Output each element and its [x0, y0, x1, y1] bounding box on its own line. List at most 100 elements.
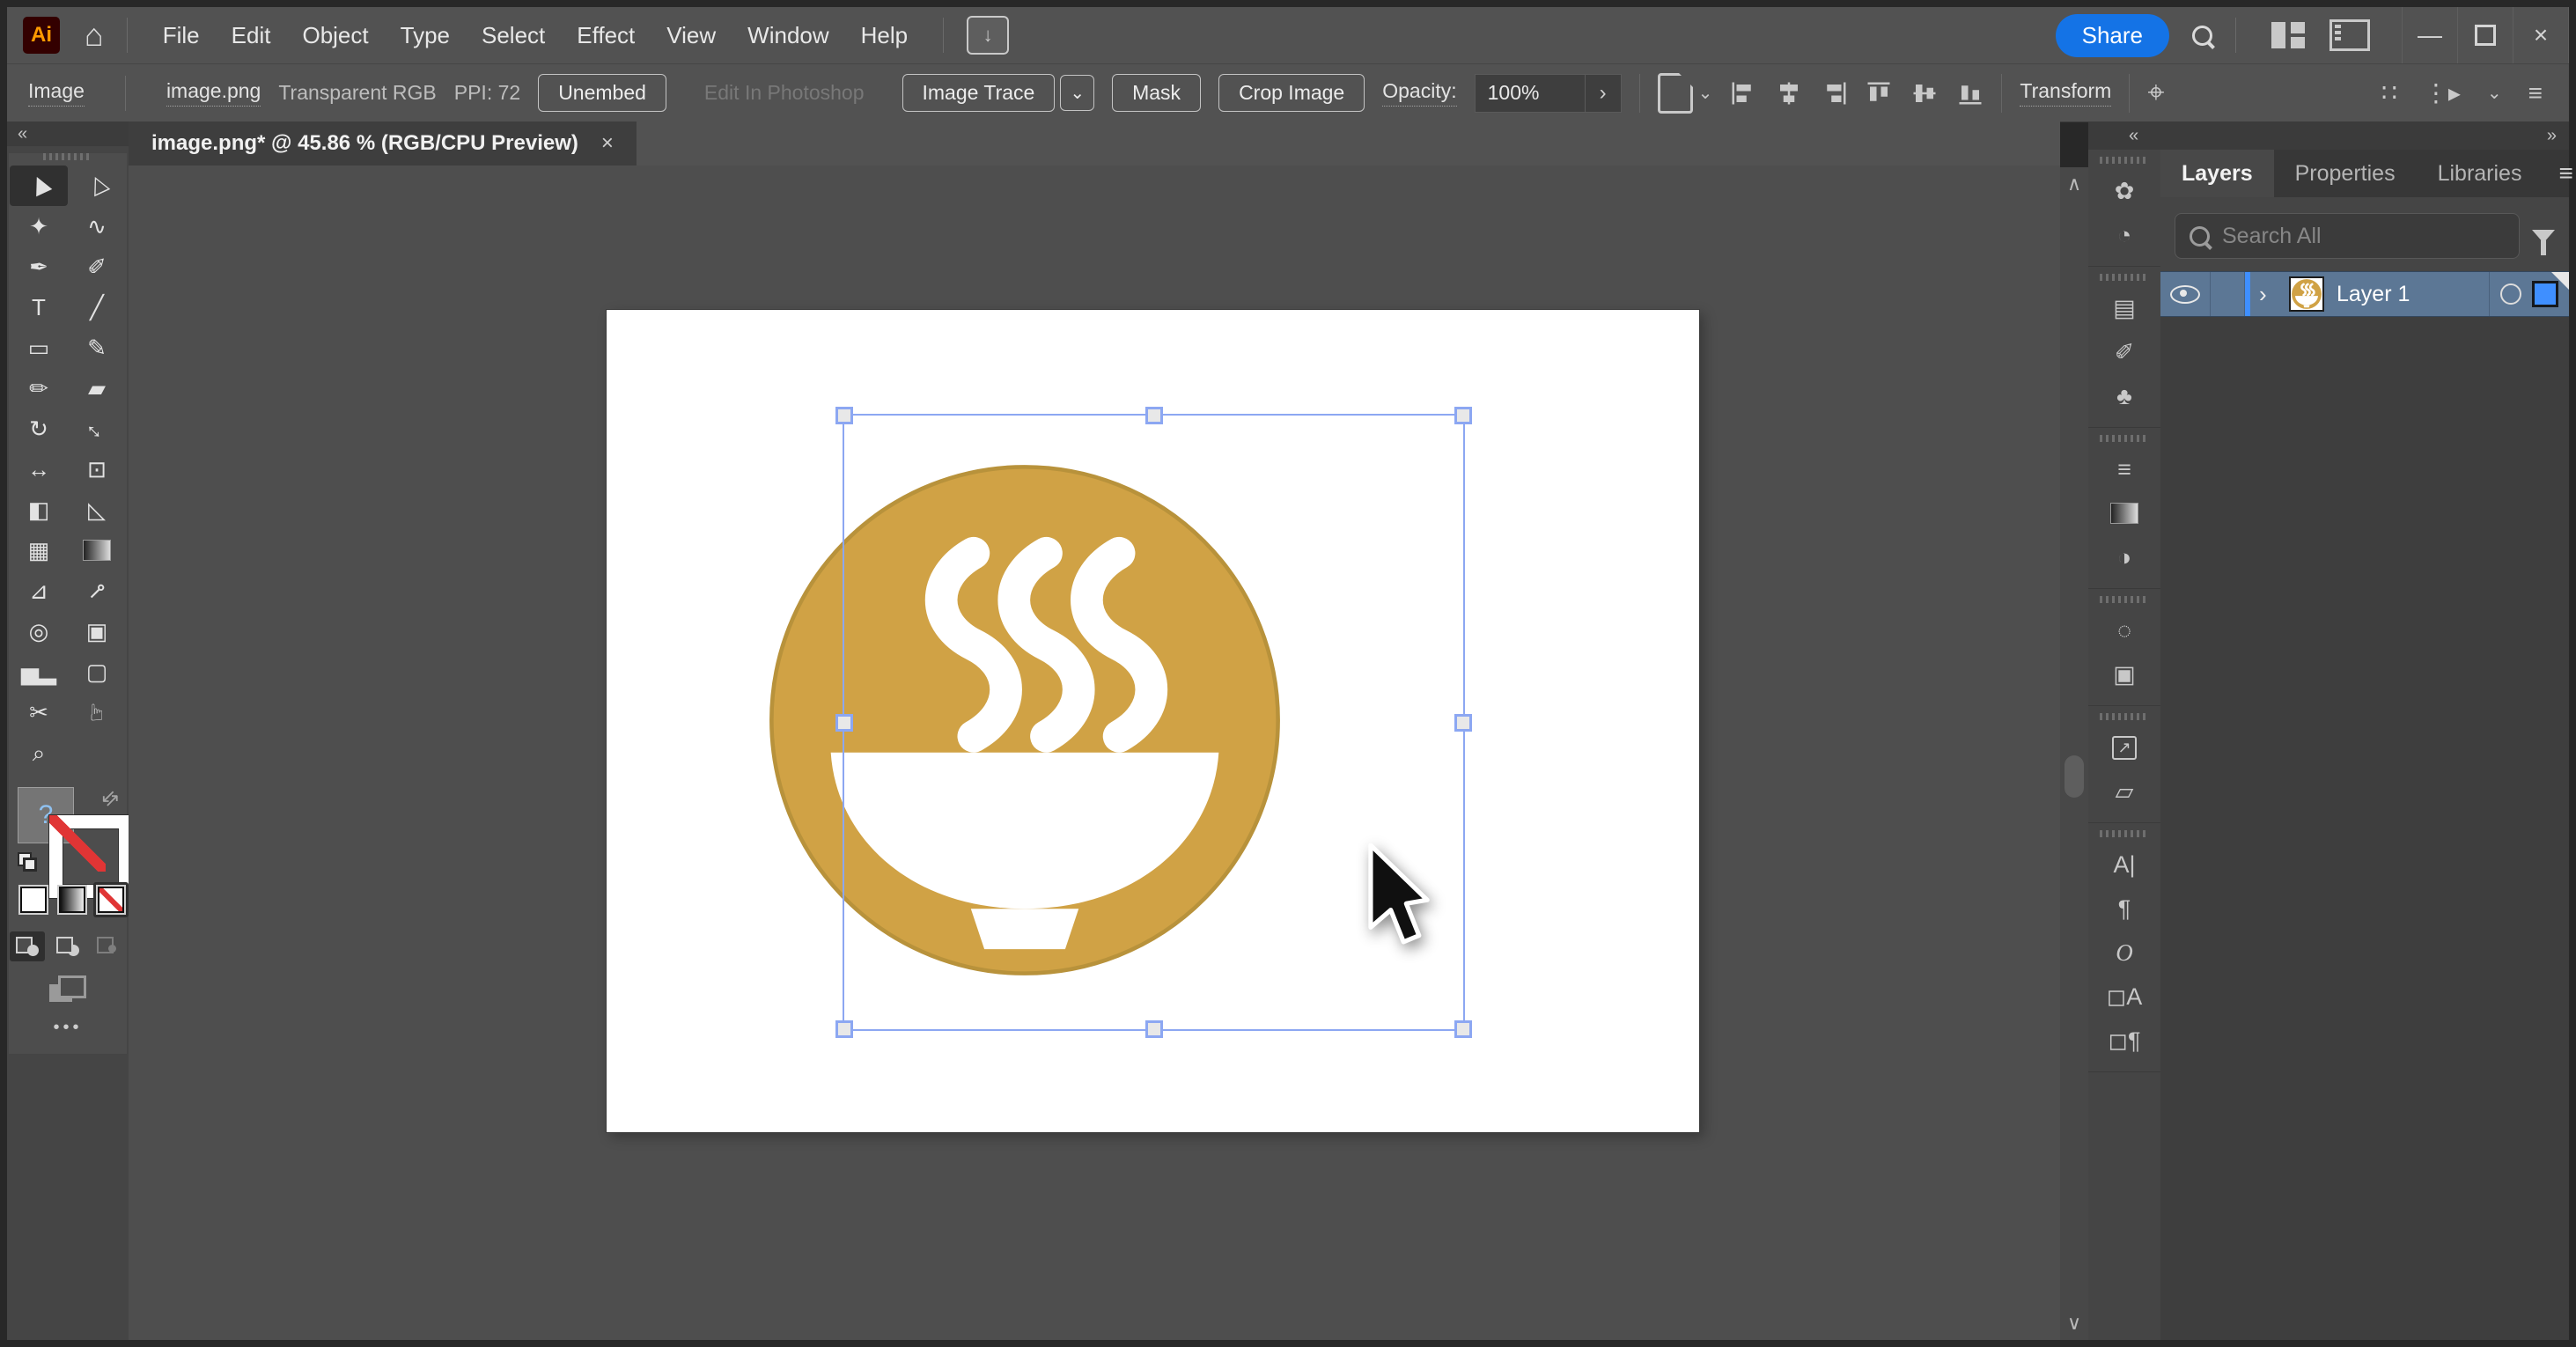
selection-handle[interactable] — [1454, 407, 1472, 424]
align-top-icon[interactable] — [1866, 80, 1892, 107]
opacity-input[interactable]: 100% — [1475, 74, 1586, 113]
align-vertical-center-icon[interactable] — [1911, 80, 1938, 107]
panel-gripper[interactable] — [2100, 157, 2149, 164]
pen-tool[interactable]: ✒ — [10, 247, 68, 287]
selection-handle[interactable] — [835, 714, 853, 732]
gradient-button[interactable] — [55, 882, 90, 917]
canvas-vertical-scrollbar[interactable]: ∧ ∨ — [2060, 167, 2088, 1340]
tab-properties[interactable]: Properties — [2274, 150, 2417, 197]
panel-menu-icon[interactable]: ≡ — [2543, 150, 2576, 197]
transparency-panel-icon[interactable]: ◑ — [2088, 535, 2160, 579]
opacity-stepper-icon[interactable]: › — [1586, 74, 1622, 113]
swatches-panel-icon[interactable]: ▤ — [2088, 286, 2160, 330]
graphic-styles-panel-icon[interactable]: ▣ — [2088, 652, 2160, 696]
expand-layer-icon[interactable]: › — [2259, 281, 2285, 308]
panel-gripper[interactable] — [2100, 435, 2149, 442]
menu-select[interactable]: Select — [469, 13, 557, 58]
collapse-toolbar-icon[interactable]: « — [7, 121, 129, 146]
menu-type[interactable]: Type — [388, 13, 462, 58]
panel-gripper[interactable] — [2100, 596, 2149, 603]
rectangle-tool[interactable]: ▭ — [10, 328, 68, 368]
curvature-tool[interactable]: ✐ — [68, 247, 126, 287]
isolate-selected-object-icon[interactable]: ⌖ — [2147, 76, 2164, 110]
rotate-tool[interactable]: ↻ — [10, 409, 68, 449]
target-circle-icon[interactable] — [2500, 283, 2521, 305]
home-icon[interactable]: ⌂ — [85, 17, 104, 54]
none-button[interactable] — [93, 882, 129, 917]
menu-effect[interactable]: Effect — [564, 13, 647, 58]
selection-tool[interactable]: ▶ — [10, 166, 68, 206]
visibility-toggle[interactable] — [2160, 272, 2211, 316]
workspace-switcher-icon[interactable] — [2329, 19, 2370, 51]
lock-toggle[interactable] — [2211, 272, 2245, 316]
edit-toolbar-icon[interactable]: ••• — [9, 1018, 127, 1038]
selection-handle[interactable] — [1454, 714, 1472, 732]
scroll-up-icon[interactable]: ∧ — [2060, 173, 2088, 195]
filename-label[interactable]: image.png — [166, 79, 261, 107]
search-icon[interactable] — [2192, 26, 2212, 46]
draw-behind-button[interactable] — [50, 931, 85, 961]
brushes-panel-icon[interactable]: ✐ — [2088, 330, 2160, 374]
expand-panels-icon[interactable]: » — [2547, 126, 2557, 146]
scroll-down-icon[interactable]: ∨ — [2060, 1312, 2088, 1335]
draw-normal-button[interactable] — [10, 931, 45, 961]
align-horizontal-center-icon[interactable] — [1776, 80, 1802, 107]
color-panel-icon[interactable]: ✿ — [2088, 169, 2160, 213]
image-anchor-label[interactable]: Image — [28, 79, 85, 107]
menu-view[interactable]: View — [654, 13, 728, 58]
panel-menu-icon[interactable]: ≡ — [2528, 79, 2543, 107]
selection-handle[interactable] — [1454, 1020, 1472, 1038]
opentype-panel-icon[interactable]: O — [2088, 931, 2160, 975]
menu-object[interactable]: Object — [290, 13, 380, 58]
close-button[interactable]: × — [2513, 7, 2569, 63]
collapse-panels-icon[interactable]: « — [2129, 126, 2138, 146]
arrange-documents-icon[interactable] — [2271, 22, 2305, 48]
artboards-panel-icon[interactable]: ▱ — [2088, 769, 2160, 813]
unembed-button[interactable]: Unembed — [538, 74, 666, 112]
minimize-button[interactable]: — — [2403, 7, 2458, 63]
artboard-dropdown[interactable]: ⌄ — [1658, 73, 1713, 114]
symbol-sprayer-tool[interactable]: ▣ — [68, 611, 126, 651]
eyedropper-tool[interactable]: ⊸ — [68, 570, 126, 611]
filter-icon[interactable] — [2532, 230, 2555, 243]
column-graph-tool[interactable]: ▅▂ — [10, 651, 68, 692]
tab-layers[interactable]: Layers — [2160, 150, 2274, 197]
image-trace-button[interactable]: Image Trace — [902, 74, 1056, 112]
transform-label[interactable]: Transform — [2020, 79, 2111, 107]
mesh-tool[interactable]: ▦ — [10, 530, 68, 570]
paragraph-styles-panel-icon[interactable]: ◻¶ — [2088, 1019, 2160, 1063]
selection-handle[interactable] — [835, 1020, 853, 1038]
layer-name[interactable]: Layer 1 — [2337, 282, 2489, 307]
illustrator-logo-icon[interactable]: Ai — [23, 17, 60, 54]
line-segment-tool[interactable]: ╱ — [68, 287, 126, 328]
panel-gripper[interactable] — [2100, 713, 2149, 720]
zoom-tool[interactable]: ⌕ — [10, 732, 68, 773]
gradient-tool[interactable] — [68, 530, 126, 570]
layer-row[interactable]: › Layer 1 — [2160, 271, 2569, 317]
menu-help[interactable]: Help — [849, 13, 920, 58]
character-styles-panel-icon[interactable]: ◻A — [2088, 975, 2160, 1019]
direct-selection-tool[interactable]: ▷ — [68, 166, 126, 206]
hand-tool[interactable]: ☞ — [68, 692, 126, 732]
width-tool[interactable]: ↔ — [10, 449, 68, 489]
default-fill-stroke-icon[interactable] — [18, 852, 37, 872]
blend-tool[interactable]: ◎ — [10, 611, 68, 651]
artboard-tool[interactable]: ▢ — [68, 651, 126, 692]
magic-wand-tool[interactable]: ✦ — [10, 206, 68, 247]
slice-tool[interactable]: ✂ — [10, 692, 68, 732]
eraser-tool[interactable]: ▰ — [68, 368, 126, 409]
align-bottom-icon[interactable] — [1957, 80, 1984, 107]
image-trace-dropdown-icon[interactable]: ⌄ — [1060, 75, 1094, 111]
scale-tool[interactable]: ↔ — [68, 409, 126, 449]
paintbrush-tool[interactable]: ✎ — [68, 328, 126, 368]
gradient-panel-icon[interactable] — [2088, 491, 2160, 535]
selection-handle[interactable] — [1145, 407, 1163, 424]
menu-file[interactable]: File — [151, 13, 212, 58]
mask-button[interactable]: Mask — [1112, 74, 1201, 112]
change-screen-mode-icon[interactable] — [49, 975, 86, 1002]
close-tab-icon[interactable]: × — [601, 131, 614, 156]
symbols-panel-icon[interactable]: ♣ — [2088, 374, 2160, 418]
search-input[interactable]: Search All — [2175, 213, 2520, 259]
touch-workspace-icon[interactable]: ↓ — [967, 16, 1009, 55]
appearance-panel-icon[interactable]: ◌ — [2088, 608, 2160, 652]
